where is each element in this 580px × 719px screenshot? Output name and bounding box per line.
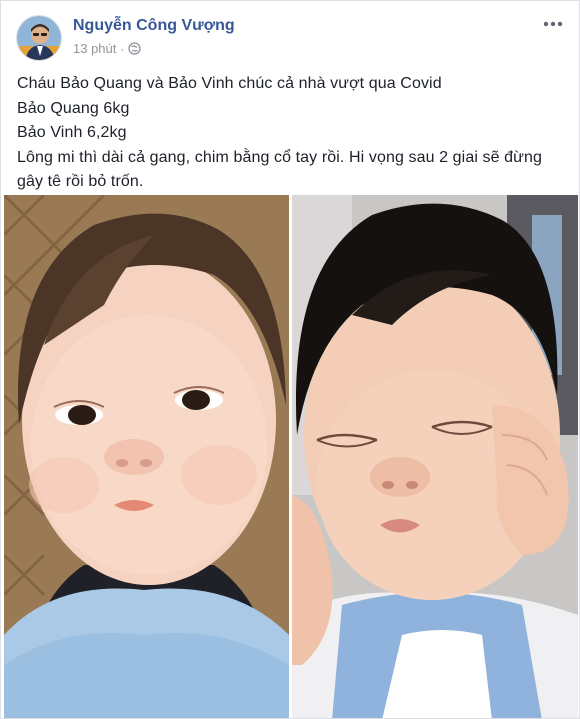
author-avatar[interactable] — [16, 15, 62, 61]
baby-photo-right[interactable] — [292, 195, 578, 718]
post-card: Nguyễn Công Vượng 13 phút · Cháu Bảo Qua… — [0, 0, 580, 719]
post-timestamp[interactable]: 13 phút — [73, 41, 116, 56]
post-meta: 13 phút · — [73, 41, 142, 56]
avatar-image — [17, 16, 61, 60]
more-dots-icon[interactable] — [541, 15, 565, 33]
photo-grid — [4, 195, 578, 718]
post-text: Cháu Bảo Quang và Bảo Vinh chúc cả nhà v… — [17, 72, 565, 195]
post-text-line: Cháu Bảo Quang và Bảo Vinh chúc cả nhà v… — [17, 75, 442, 92]
meta-separator: · — [120, 41, 125, 56]
globe-icon[interactable] — [128, 42, 142, 55]
author-name[interactable]: Nguyễn Công Vượng — [73, 17, 235, 35]
post-text-line: Bảo Vinh 6,2kg — [17, 124, 127, 141]
baby-photo-left[interactable] — [4, 195, 289, 718]
post-header: Nguyễn Công Vượng 13 phút · — [1, 1, 579, 65]
post-text-line: Lông mi thì dài cả gang, chim bằng cổ ta… — [17, 148, 542, 166]
post-text-line: Bảo Quang 6kg — [17, 99, 130, 117]
post-text-line: gây tê rồi bỏ trốn. — [17, 173, 144, 190]
